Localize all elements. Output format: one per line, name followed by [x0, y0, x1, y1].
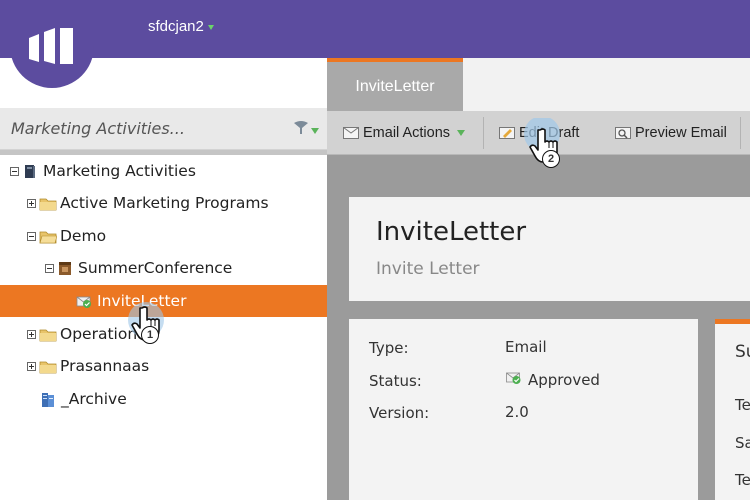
folder-icon	[39, 196, 57, 211]
version-value: 2.0	[505, 403, 529, 421]
expand-icon[interactable]	[27, 361, 36, 371]
open-folder-icon	[39, 229, 58, 244]
summary-row: Sa	[735, 434, 750, 452]
tree-item-label: Operational	[60, 325, 151, 343]
summary-card: Su Te Sa Te	[715, 319, 750, 500]
tree-item-archive[interactable]: _Archive	[0, 383, 327, 415]
summary-heading: Su	[735, 342, 750, 362]
tree-search-input[interactable]	[11, 119, 281, 138]
tree-pane: Marketing Activities Active Marketing Pr…	[0, 58, 327, 500]
tree-item-label: Demo	[60, 227, 107, 245]
email-icon	[343, 127, 359, 139]
tree-item-label: InviteLetter	[97, 292, 187, 310]
type-value-text: Email	[505, 338, 547, 356]
marketo-logo-icon[interactable]	[10, 0, 94, 88]
type-label: Type:	[369, 339, 409, 357]
tree-item-demo[interactable]: Demo	[0, 220, 327, 252]
approved-email-icon	[505, 370, 522, 389]
workspace-name: sfdcjan2	[148, 18, 204, 35]
version-value-text: 2.0	[505, 403, 529, 421]
summary-row: Te	[735, 471, 750, 489]
approved-email-icon	[76, 294, 92, 309]
collapse-icon[interactable]	[27, 231, 36, 241]
asset-header-card: InviteLetter Invite Letter	[349, 197, 750, 301]
expand-icon[interactable]	[27, 198, 36, 208]
preview-icon	[615, 127, 631, 139]
tree-item-inviteletter[interactable]: InviteLetter	[0, 285, 327, 317]
tree-item-label: Active Marketing Programs	[60, 194, 269, 212]
tree-item-label: Marketing Activities	[43, 162, 196, 180]
collapse-icon[interactable]	[10, 166, 19, 176]
edit-email-icon	[499, 127, 515, 139]
dropdown-arrow-icon	[457, 130, 466, 136]
tree-item-summerconference[interactable]: SummerConference	[0, 252, 327, 284]
book-stack-icon	[22, 164, 38, 179]
edit-draft-button[interactable]: Edit Draft	[499, 111, 579, 155]
folder-icon	[39, 359, 57, 374]
filter-button[interactable]	[293, 120, 319, 141]
summary-row: Te	[735, 396, 750, 414]
tree-item-label: SummerConference	[78, 259, 233, 277]
preview-email-label: Preview Email	[635, 125, 727, 141]
tree-item-label: _Archive	[61, 390, 127, 408]
status-label: Status:	[369, 372, 422, 390]
tree-item-operational[interactable]: Operational	[0, 318, 327, 350]
event-program-icon	[57, 261, 73, 276]
email-actions-label: Email Actions	[363, 125, 451, 141]
toolbar-separator	[483, 117, 484, 149]
tree-item-prasannaas[interactable]: Prasannaas	[0, 350, 327, 382]
filter-icon	[293, 120, 309, 141]
asset-properties-card: Type: Email Status: Approved Version: 2.…	[349, 319, 698, 500]
workspace-switcher[interactable]: sfdcjan2	[148, 18, 214, 35]
preview-email-button[interactable]: Preview Email	[615, 111, 727, 155]
tab-label: InviteLetter	[355, 77, 435, 95]
asset-title: InviteLetter	[376, 217, 527, 247]
folder-icon	[39, 327, 57, 342]
edit-draft-label: Edit Draft	[519, 125, 580, 141]
dropdown-arrow-icon	[207, 25, 214, 30]
top-header: sfdcjan2	[0, 0, 750, 58]
toolbar-separator	[740, 117, 741, 149]
status-value: Approved	[505, 370, 600, 389]
collapse-icon[interactable]	[45, 263, 54, 273]
filter-dropdown-icon	[311, 127, 319, 134]
expand-icon[interactable]	[27, 329, 36, 339]
tree-item-active-marketing-programs[interactable]: Active Marketing Programs	[0, 187, 327, 219]
type-value: Email	[505, 338, 547, 356]
tree-item-marketing-activities[interactable]: Marketing Activities	[0, 155, 327, 187]
tree-search-bar	[0, 108, 327, 150]
tree-item-label: Prasannaas	[60, 357, 150, 375]
archive-icon	[40, 392, 56, 407]
status-value-text: Approved	[528, 370, 600, 389]
version-label: Version:	[369, 404, 430, 422]
asset-description: Invite Letter	[376, 259, 480, 279]
toolbar: Email Actions Edit Draft Preview Email	[327, 111, 750, 155]
tab-inviteletter[interactable]: InviteLetter	[327, 58, 463, 111]
email-actions-button[interactable]: Email Actions	[343, 111, 466, 155]
